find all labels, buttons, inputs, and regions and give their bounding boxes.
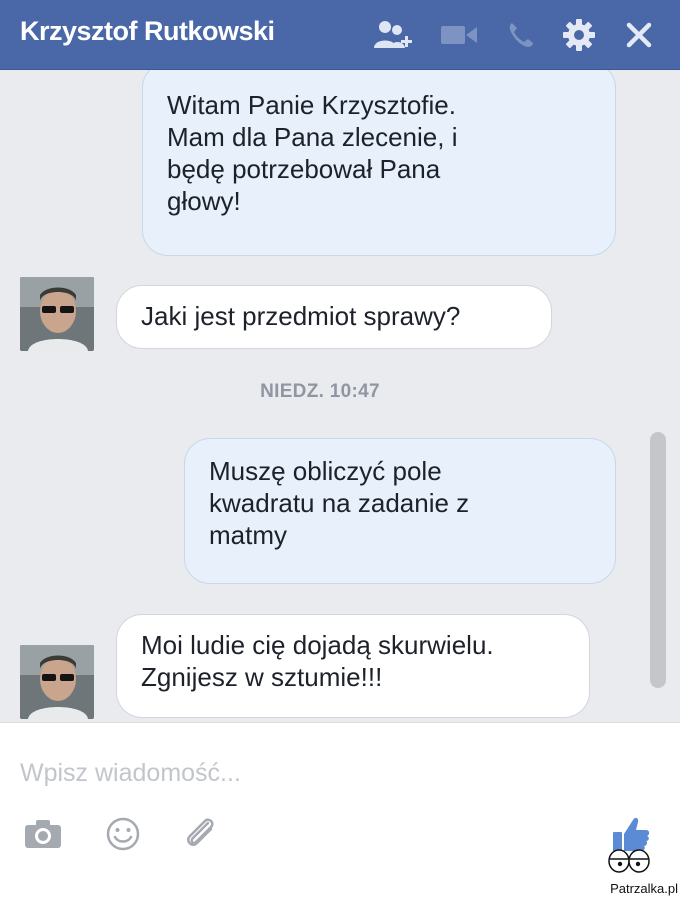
add-friend-icon[interactable]	[372, 14, 414, 56]
message-bubble-outgoing: Muszę obliczyć pole kwadratu na zadanie …	[184, 438, 616, 584]
message-list[interactable]: Witam Panie Krzysztofie. Mam dla Pana zl…	[0, 70, 680, 722]
gear-icon[interactable]	[558, 14, 600, 56]
camera-icon[interactable]	[20, 811, 66, 857]
message-line: głowy!	[167, 186, 241, 216]
message-bubble-incoming: Moi ludie cię dojadą skurwielu. Zgnijesz…	[116, 614, 590, 718]
message-line: Moi ludie cię dojadą skurwielu.	[141, 630, 494, 660]
message-bubble-incoming: Jaki jest przedmiot sprawy?	[116, 285, 552, 349]
avatar[interactable]	[20, 645, 94, 719]
avatar[interactable]	[20, 277, 94, 351]
scrollbar-thumb[interactable]	[650, 432, 666, 688]
message-line: Muszę obliczyć pole	[209, 456, 442, 486]
chat-title[interactable]: Krzysztof Rutkowski	[20, 16, 275, 47]
message-line: Mam dla Pana zlecenie, i	[167, 122, 458, 152]
message-line: Zgnijesz w sztumie!!!	[141, 662, 383, 692]
message-input[interactable]	[20, 753, 580, 793]
phone-icon[interactable]	[500, 14, 542, 56]
emoji-icon[interactable]	[100, 811, 146, 857]
timestamp-divider: NIEDZ. 10:47	[260, 381, 380, 402]
message-composer	[0, 722, 680, 900]
watermark-text: Patrzalka.pl	[610, 881, 678, 896]
message-line: Jaki jest przedmiot sprawy?	[141, 301, 461, 331]
message-line: będę potrzebował Pana	[167, 154, 441, 184]
chat-header: Krzysztof Rutkowski	[0, 0, 680, 70]
paperclip-icon[interactable]	[178, 811, 224, 857]
message-line: Witam Panie Krzysztofie.	[167, 90, 456, 120]
message-line: kwadratu na zadanie z	[209, 488, 470, 518]
message-line: matmy	[209, 520, 287, 550]
video-call-icon[interactable]	[438, 14, 480, 56]
message-bubble-outgoing: Witam Panie Krzysztofie. Mam dla Pana zl…	[142, 70, 616, 256]
close-icon[interactable]	[618, 14, 660, 56]
watermark-eyes-logo	[608, 847, 650, 878]
